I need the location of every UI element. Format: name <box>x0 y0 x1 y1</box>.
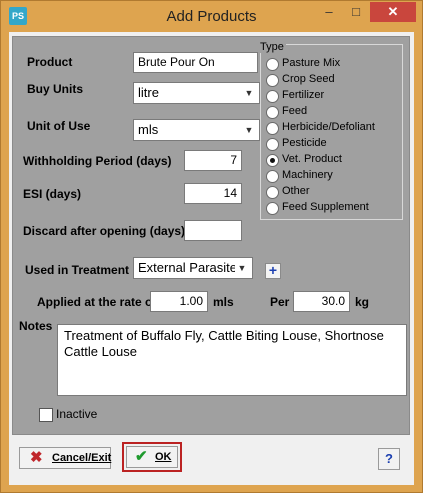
close-button[interactable]: ✕ <box>370 2 416 22</box>
unit-of-use-select[interactable]: mls ▼ <box>133 119 260 141</box>
discard-after-opening-label: Discard after opening (days) <box>23 224 186 238</box>
withholding-period-field[interactable]: 7 <box>184 150 242 171</box>
radio-icon <box>266 58 279 71</box>
minimize-button[interactable]: – <box>316 2 342 22</box>
inactive-checkbox[interactable] <box>39 408 53 422</box>
red-x-icon: ✖ <box>30 449 43 466</box>
cancel-exit-button[interactable]: ✖ Cancel/Exit <box>19 447 111 469</box>
notes-textarea[interactable]: Treatment of Buffalo Fly, Cattle Biting … <box>57 324 407 396</box>
radio-icon <box>266 106 279 119</box>
title-bar: PS Add Products – □ ✕ <box>1 1 422 31</box>
per-field[interactable]: 30.0 <box>293 291 350 312</box>
radio-icon <box>266 138 279 151</box>
applied-rate-field[interactable]: 1.00 <box>150 291 208 312</box>
discard-after-opening-field[interactable] <box>184 220 242 241</box>
unit-of-use-label: Unit of Use <box>27 119 91 133</box>
esi-field[interactable]: 14 <box>184 183 242 204</box>
green-check-icon: ✔ <box>135 448 148 465</box>
per-unit: kg <box>355 295 370 309</box>
used-in-treatment-select[interactable]: External Parasite ▼ <box>133 257 253 279</box>
add-treatment-button[interactable]: + <box>265 263 281 279</box>
applied-rate-unit: mls <box>213 295 234 309</box>
buy-units-select[interactable]: litre ▼ <box>133 82 260 104</box>
help-button[interactable]: ? <box>378 448 400 470</box>
maximize-button[interactable]: □ <box>343 2 369 22</box>
esi-label: ESI (days) <box>23 187 82 201</box>
withholding-period-label: Withholding Period (days) <box>23 154 172 168</box>
unit-of-use-value: mls <box>138 122 159 137</box>
chevron-down-icon: ▼ <box>244 88 254 98</box>
add-products-window: PS Add Products – □ ✕ Product Brute Pour… <box>0 0 423 493</box>
radio-icon <box>266 202 279 215</box>
product-field[interactable]: Brute Pour On <box>133 52 258 73</box>
applied-rate-label: Applied at the rate of <box>37 295 157 309</box>
form-panel: Product Brute Pour On Buy Units litre ▼ … <box>12 36 410 435</box>
radio-selected-icon <box>266 154 279 167</box>
buy-units-label: Buy Units <box>27 82 84 96</box>
per-label: Per <box>270 295 290 309</box>
used-in-treatment-value: External Parasite <box>138 260 237 275</box>
radio-icon <box>266 122 279 135</box>
radio-icon <box>266 74 279 87</box>
inactive-label: Inactive <box>56 407 98 421</box>
dialog-body: Product Brute Pour On Buy Units litre ▼ … <box>9 32 414 485</box>
used-in-treatment-label: Used in Treatment <box>25 263 130 277</box>
chevron-down-icon: ▼ <box>235 259 249 277</box>
product-label: Product <box>27 55 73 69</box>
notes-label: Notes <box>19 319 53 333</box>
type-group-title: Type <box>260 41 286 53</box>
chevron-down-icon: ▼ <box>244 125 254 135</box>
ok-button[interactable]: ✔ OK <box>126 446 178 468</box>
radio-icon <box>266 90 279 103</box>
radio-icon <box>266 170 279 183</box>
buy-units-value: litre <box>138 85 159 100</box>
radio-icon <box>266 186 279 199</box>
